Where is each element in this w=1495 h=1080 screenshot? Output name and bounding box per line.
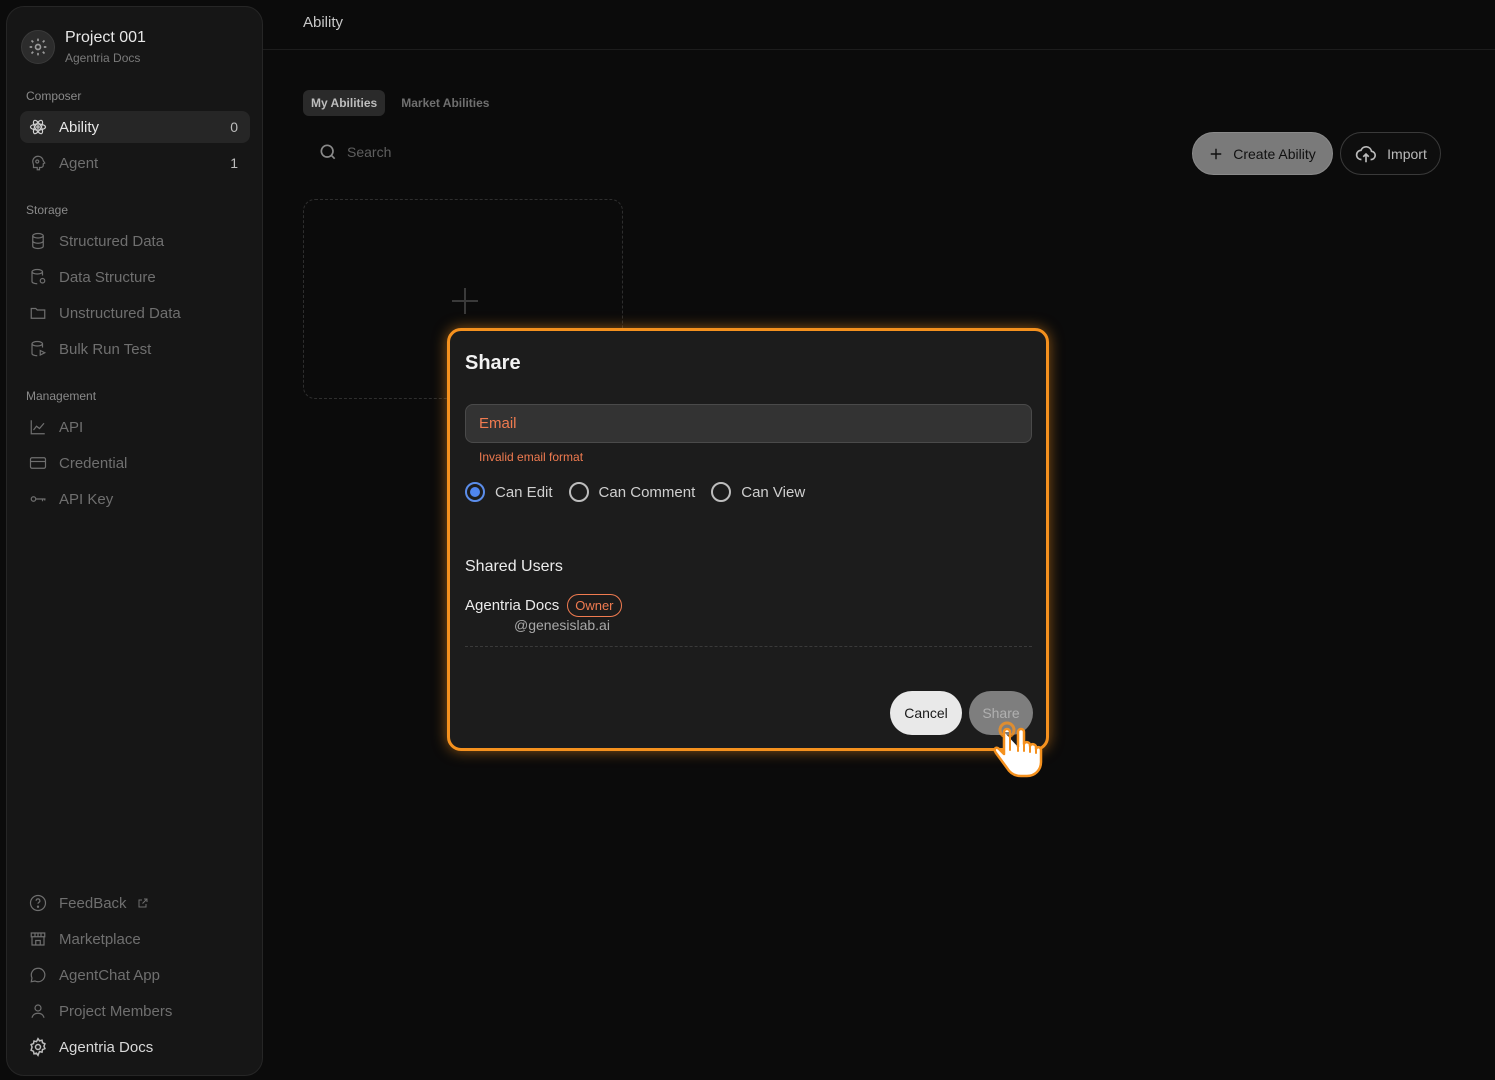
chat-icon — [28, 965, 48, 985]
owner-badge: Owner — [567, 594, 622, 617]
tab-my-abilities[interactable]: My Abilities — [303, 90, 386, 116]
radio-can-comment[interactable]: Can Comment — [568, 482, 696, 502]
sidebar-item-api-key[interactable]: API Key — [20, 483, 250, 515]
section-composer: Composer — [26, 89, 82, 103]
sidebar-item-api[interactable]: API — [20, 411, 250, 443]
sidebar-item-project-members[interactable]: Project Members — [20, 995, 250, 1027]
plus-icon — [450, 286, 480, 321]
key-icon — [28, 489, 48, 509]
radio-indicator — [711, 482, 732, 502]
cloud-upload-icon — [1354, 143, 1378, 165]
create-ability-button[interactable]: Create Ability — [1192, 132, 1333, 175]
search-input[interactable]: Search — [318, 142, 391, 162]
app-root: Project 001 Agentria Docs Composer Abili… — [0, 0, 1495, 1080]
dialog-title: Share — [465, 352, 521, 374]
sidebar-item-label: Project Members — [59, 1002, 173, 1020]
create-ability-label: Create Ability — [1233, 145, 1316, 162]
radio-can-view[interactable]: Can View — [711, 482, 805, 502]
sidebar-item-agent[interactable]: Agent 1 — [20, 147, 250, 179]
agent-count: 1 — [230, 155, 238, 171]
share-dialog: Share Email Invalid email format Can Edi… — [447, 328, 1049, 751]
ability-tabs: My Abilities Market Abilities — [303, 90, 497, 116]
import-button[interactable]: Import — [1340, 132, 1441, 175]
radio-label: Can Edit — [495, 483, 553, 501]
store-icon — [28, 929, 48, 949]
permission-radio-group: Can Edit Can Comment Can View — [465, 482, 821, 502]
hand-pointer-icon — [993, 720, 1049, 787]
sidebar-item-label: Ability — [59, 118, 100, 136]
sidebar-item-label: Agent — [59, 154, 99, 172]
database-icon — [28, 231, 48, 251]
folder-icon — [28, 303, 48, 323]
database-play-icon — [28, 339, 48, 359]
email-error-message: Invalid email format — [479, 450, 584, 464]
sidebar-item-label: Structured Data — [59, 232, 165, 250]
sidebar-item-feedback[interactable]: FeedBack — [20, 887, 250, 919]
shared-user-email: @genesislab.ai — [514, 617, 610, 633]
sidebar-item-label: Credential — [59, 454, 128, 472]
help-circle-icon — [28, 893, 48, 913]
sidebar-item-label: FeedBack — [59, 894, 127, 912]
project-title: Project 001 — [65, 29, 146, 46]
sidebar-item-unstructured-data[interactable]: Unstructured Data — [20, 297, 250, 329]
tab-market-abilities[interactable]: Market Abilities — [393, 90, 497, 116]
header-divider — [263, 49, 1495, 50]
sidebar-item-bulk-run-test[interactable]: Bulk Run Test — [20, 333, 250, 365]
sidebar-item-agentchat-app[interactable]: AgentChat App — [20, 959, 250, 991]
sidebar-item-credential[interactable]: Credential — [20, 447, 250, 479]
shared-users-title: Shared Users — [465, 558, 563, 575]
project-switcher[interactable]: Project 001 Agentria Docs — [21, 29, 146, 65]
database-gear-icon — [28, 267, 48, 287]
project-subtitle: Agentria Docs — [65, 51, 141, 65]
cancel-button[interactable]: Cancel — [890, 691, 962, 735]
sidebar-item-agentria-docs[interactable]: Agentria Docs — [20, 1031, 250, 1063]
sidebar-item-label: AgentChat App — [59, 966, 160, 984]
brain-icon — [28, 153, 48, 173]
sidebar-item-ability[interactable]: Ability 0 — [20, 111, 250, 143]
radio-label: Can Comment — [598, 483, 696, 501]
radio-label: Can View — [741, 483, 806, 501]
sidebar-item-label: Marketplace — [59, 930, 141, 948]
sidebar-item-label: API — [59, 418, 84, 436]
section-management: Management — [26, 389, 97, 403]
radio-indicator — [568, 482, 589, 502]
sidebar-item-label: API Key — [59, 490, 114, 508]
plus-icon — [1209, 147, 1223, 161]
gear-icon — [28, 1037, 48, 1057]
chart-line-icon — [28, 417, 48, 437]
sidebar-item-marketplace[interactable]: Marketplace — [20, 923, 250, 955]
sidebar-item-label: Agentria Docs — [59, 1038, 154, 1056]
sidebar-item-label: Unstructured Data — [59, 304, 181, 322]
sidebar-item-label: Data Structure — [59, 268, 156, 286]
radio-can-edit[interactable]: Can Edit — [465, 482, 553, 502]
external-link-icon — [137, 897, 149, 909]
page-title: Ability — [303, 14, 344, 31]
search-placeholder: Search — [347, 144, 392, 160]
radio-selected-indicator — [465, 482, 485, 502]
dialog-divider — [465, 646, 1032, 647]
atom-icon — [28, 117, 48, 137]
sidebar: Project 001 Agentria Docs Composer Abili… — [6, 6, 263, 1076]
shared-user-name: Agentria Docs — [465, 597, 560, 614]
sidebar-item-data-structure[interactable]: Data Structure — [20, 261, 250, 293]
search-icon — [318, 142, 338, 162]
section-storage: Storage — [26, 203, 69, 217]
email-input[interactable]: Email — [465, 404, 1032, 443]
ability-count: 0 — [230, 119, 238, 135]
import-label: Import — [1387, 145, 1427, 162]
project-avatar-icon — [21, 30, 55, 64]
sidebar-item-structured-data[interactable]: Structured Data — [20, 225, 250, 257]
card-icon — [28, 453, 48, 473]
sidebar-item-label: Bulk Run Test — [59, 340, 152, 358]
shared-user-row: Agentria Docs Owner — [465, 594, 622, 617]
user-icon — [28, 1001, 48, 1021]
